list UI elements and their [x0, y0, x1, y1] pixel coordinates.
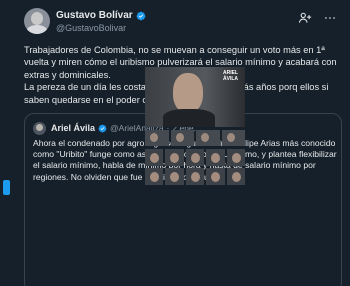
author-name-row[interactable]: Gustavo Bolívar: [56, 10, 146, 21]
author-avatar[interactable]: [24, 8, 50, 34]
participant-tile: [206, 168, 225, 185]
participant-tile: [226, 149, 245, 166]
follow-user-icon[interactable]: [298, 11, 312, 25]
participant-tile: [206, 149, 225, 166]
participant-tile: [170, 130, 194, 146]
participant-tile: [165, 168, 184, 185]
author-name[interactable]: Gustavo Bolívar: [56, 10, 133, 21]
quoted-author-avatar[interactable]: [33, 122, 46, 135]
side-indicator: [3, 180, 10, 195]
verified-badge-icon: [136, 11, 146, 20]
video-participants-grid: [145, 149, 245, 185]
quoted-author-name[interactable]: Ariel Ávila: [51, 123, 95, 133]
participant-tile: [221, 130, 245, 146]
participant-tile: [165, 149, 184, 166]
participant-tile: [145, 168, 164, 185]
quoted-video-thumbnail[interactable]: ARIEL ÁVILA: [145, 67, 245, 127]
participant-tile: [185, 168, 205, 185]
author-handle[interactable]: @GustavoBolivar: [56, 23, 126, 33]
video-participants-strip: [145, 130, 245, 146]
participant-tile: [196, 130, 220, 146]
media-logo: ARIEL ÁVILA: [223, 70, 238, 82]
participant-tile: [185, 149, 205, 166]
verified-badge-icon: [98, 124, 107, 132]
tweet[interactable]: Gustavo Bolívar @GustavoBolivar Trabajad…: [20, 0, 346, 286]
person-face: [173, 73, 203, 113]
participant-tile: [226, 168, 245, 185]
participant-tile: [145, 149, 164, 166]
more-options-icon[interactable]: [323, 11, 337, 25]
participant-tile: [145, 130, 169, 146]
